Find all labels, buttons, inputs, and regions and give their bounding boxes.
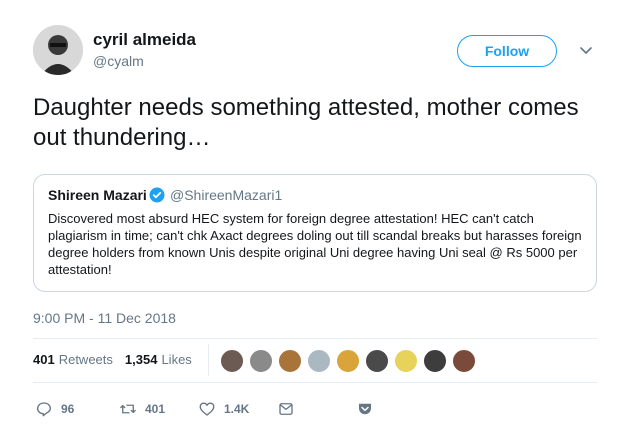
engagement-stats: 401 Retweets 1,354 Likes bbox=[33, 352, 204, 367]
liker-avatar[interactable] bbox=[452, 349, 476, 373]
reply-count: 96 bbox=[61, 402, 75, 416]
liker-avatars bbox=[220, 349, 481, 373]
liker-avatar[interactable] bbox=[307, 349, 331, 373]
heart-icon bbox=[199, 402, 215, 416]
liker-avatar[interactable] bbox=[278, 349, 302, 373]
liker-avatar[interactable] bbox=[394, 349, 418, 373]
retweet-count: 401 bbox=[145, 402, 166, 416]
timestamp[interactable]: 9:00 PM - 11 Dec 2018 bbox=[33, 310, 176, 326]
retweet-button[interactable]: 401 bbox=[119, 400, 165, 418]
liker-avatar[interactable] bbox=[249, 349, 273, 373]
likes-stat[interactable]: 1,354 Likes bbox=[125, 352, 192, 367]
tweet-text: Daughter needs something attested, mothe… bbox=[33, 94, 579, 151]
envelope-icon bbox=[279, 403, 293, 415]
pocket-icon bbox=[359, 403, 371, 415]
verified-badge-icon bbox=[149, 187, 165, 203]
stats-separator bbox=[208, 344, 209, 376]
retweets-stat[interactable]: 401 Retweets bbox=[33, 352, 113, 367]
avatar-image bbox=[33, 25, 83, 75]
author-name[interactable]: cyril almeida bbox=[93, 30, 196, 50]
liker-avatar[interactable] bbox=[423, 349, 447, 373]
likes-label: Likes bbox=[161, 352, 192, 367]
liker-avatar[interactable] bbox=[220, 349, 244, 373]
pocket-save-button[interactable] bbox=[356, 400, 382, 418]
retweets-label: Retweets bbox=[58, 352, 113, 367]
chevron-down-icon[interactable] bbox=[578, 42, 594, 58]
reply-icon bbox=[36, 402, 52, 417]
direct-message-button[interactable] bbox=[277, 400, 303, 418]
avatar[interactable] bbox=[33, 25, 83, 75]
liker-avatar[interactable] bbox=[336, 349, 360, 373]
like-button[interactable]: 1.4K bbox=[198, 400, 249, 418]
retweet-icon bbox=[120, 404, 136, 414]
quoted-author-name: Shireen Mazari bbox=[48, 187, 147, 203]
likes-count: 1,354 bbox=[124, 352, 158, 367]
quoted-tweet-text: Discovered most absurd HEC system for fo… bbox=[48, 211, 582, 277]
divider bbox=[33, 338, 597, 339]
liker-avatar[interactable] bbox=[365, 349, 389, 373]
reply-button[interactable]: 96 bbox=[35, 400, 74, 418]
quoted-author-handle: @ShireenMazari1 bbox=[170, 187, 283, 203]
divider bbox=[33, 382, 597, 383]
follow-button[interactable]: Follow bbox=[457, 35, 557, 67]
retweets-count: 401 bbox=[33, 352, 55, 367]
tweet-card: cyril almeida @cyalm Follow Daughter nee… bbox=[0, 0, 630, 441]
quoted-tweet[interactable]: Shireen Mazari @ShireenMazari1 Discovere… bbox=[33, 174, 597, 292]
author-handle[interactable]: @cyalm bbox=[93, 53, 144, 69]
like-count: 1.4K bbox=[224, 402, 250, 416]
